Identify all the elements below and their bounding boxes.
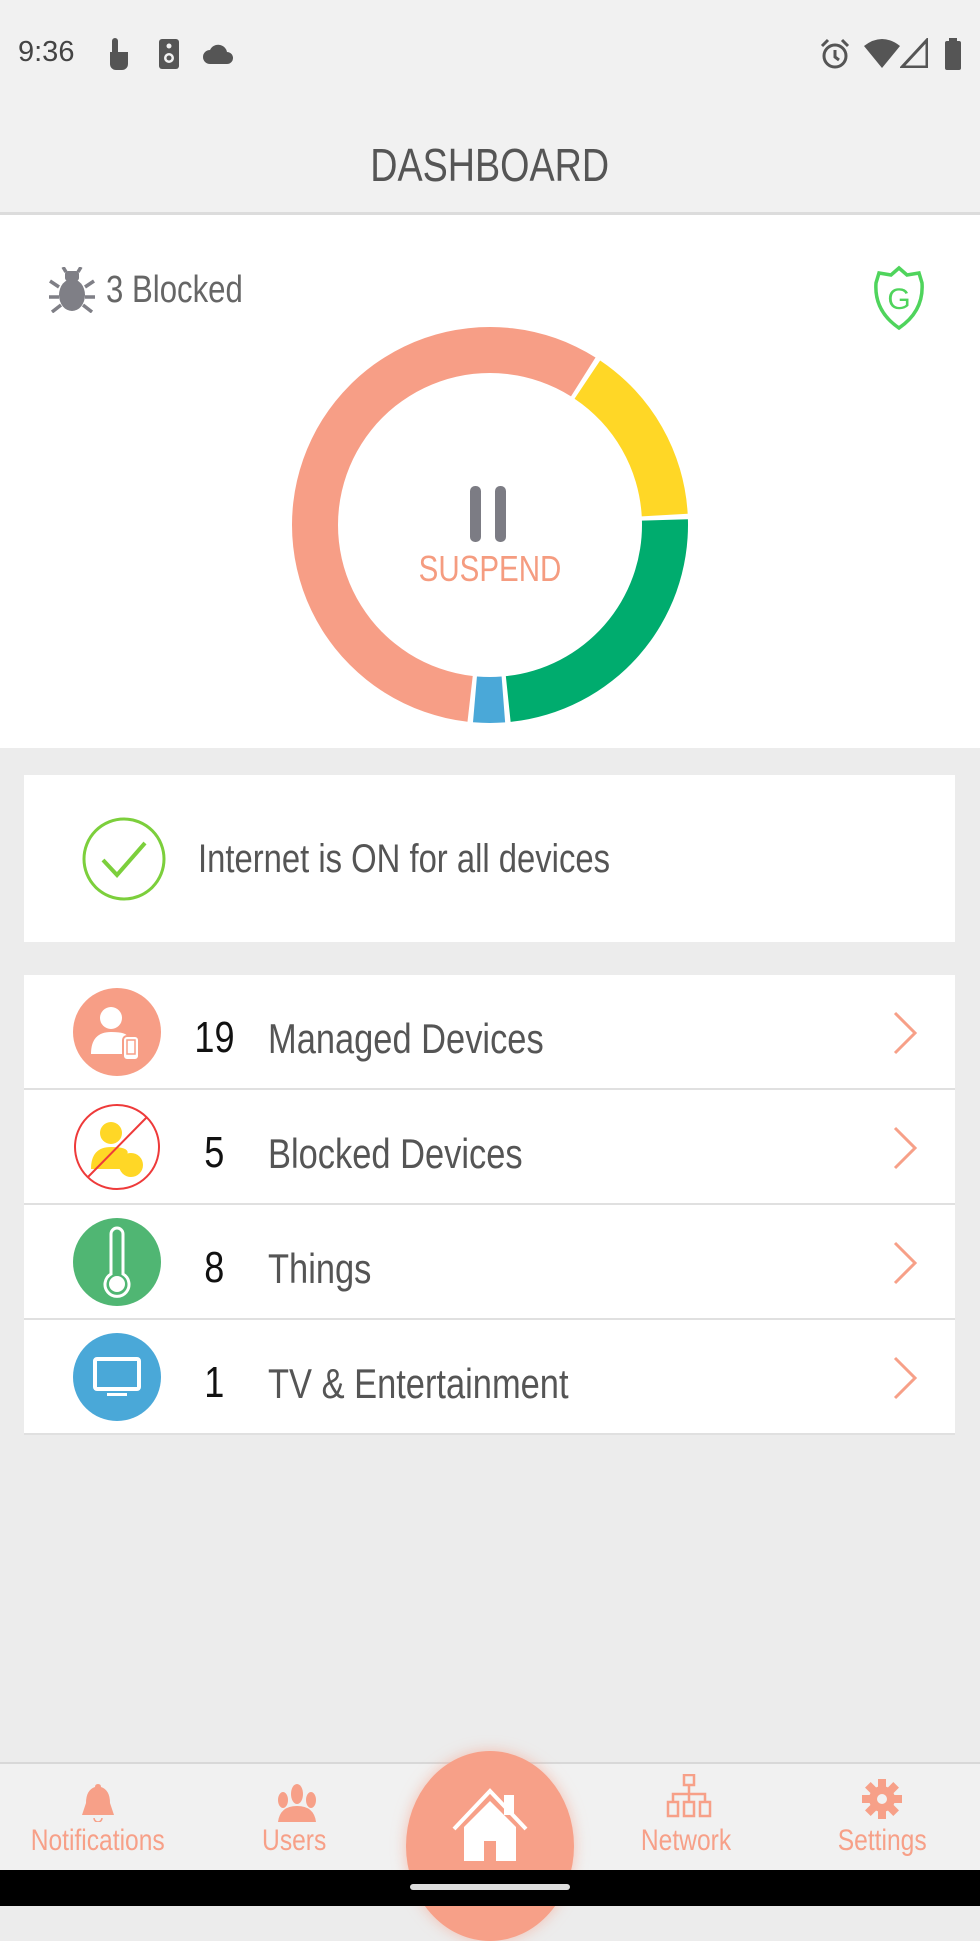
home-icon — [452, 1788, 528, 1861]
device-label: Managed Devices — [268, 1015, 544, 1062]
internet-status-text: Internet is ON for all devices — [198, 837, 610, 881]
alarm-icon — [820, 38, 850, 69]
app-header: DASHBOARD — [0, 100, 980, 215]
chevron-right-icon — [893, 1011, 918, 1055]
list-item-things[interactable]: 8 Things — [24, 1205, 955, 1320]
device-count: 1 — [203, 1358, 225, 1407]
internet-status-card: Internet is ON for all devices — [24, 775, 955, 942]
nav-home[interactable] — [406, 1751, 574, 1941]
summary-panel: 3 Blocked G SUSPEND — [0, 215, 980, 748]
device-count: 5 — [203, 1128, 225, 1177]
blocked-threats[interactable]: 3 Blocked — [48, 267, 273, 313]
touch-icon — [110, 38, 128, 70]
managed-user-icon — [73, 988, 161, 1076]
donut-segment-managed-devices — [291, 326, 596, 722]
nav-users[interactable]: Users — [204, 1764, 384, 1872]
device-count: 8 — [203, 1243, 225, 1292]
users-icon — [278, 1784, 316, 1822]
page-title: DASHBOARD — [370, 139, 610, 191]
pause-button[interactable] — [470, 486, 506, 542]
nav-settings[interactable]: Settings — [792, 1764, 972, 1872]
status-bar: 9:36 — [0, 0, 980, 100]
svg-text:G: G — [887, 283, 910, 316]
chevron-right-icon — [893, 1126, 918, 1170]
system-nav-bar — [0, 1870, 980, 1906]
gear-icon — [862, 1779, 902, 1819]
device-category-list: 19 Managed Devices 5 Blocked Devices 8 T… — [24, 975, 955, 1435]
list-item-blocked-devices[interactable]: 5 Blocked Devices — [24, 1090, 955, 1205]
check-circle-icon — [82, 817, 166, 901]
status-time: 9:36 — [18, 36, 75, 68]
speaker-icon — [159, 39, 179, 69]
signal-icon — [900, 38, 928, 68]
donut-segment-tv-entertainment — [472, 676, 506, 723]
home-gesture-handle[interactable] — [410, 1884, 570, 1890]
bug-icon — [49, 267, 95, 313]
battery-icon — [945, 38, 961, 70]
cloud-icon — [203, 44, 233, 64]
pause-bar — [470, 486, 481, 542]
list-item-managed-devices[interactable]: 19 Managed Devices — [24, 975, 955, 1090]
nav-network[interactable]: Network — [596, 1764, 776, 1872]
tv-icon — [73, 1333, 161, 1421]
network-icon — [666, 1774, 712, 1818]
device-label: Things — [268, 1245, 372, 1292]
blocked-user-icon — [74, 1104, 160, 1190]
chevron-right-icon — [893, 1241, 918, 1285]
blocked-count-label: 3 Blocked — [106, 268, 243, 311]
shield-icon[interactable]: G — [868, 265, 930, 331]
suspend-label[interactable]: SUSPEND — [0, 548, 980, 590]
chevron-right-icon — [893, 1356, 918, 1400]
device-label: TV & Entertainment — [268, 1360, 569, 1407]
thermometer-icon — [73, 1218, 161, 1306]
list-item-tv-entertainment[interactable]: 1 TV & Entertainment — [24, 1320, 955, 1435]
device-label: Blocked Devices — [268, 1130, 523, 1177]
donut-segment-blocked-devices — [574, 360, 688, 517]
nav-notifications[interactable]: Notifications — [8, 1764, 188, 1872]
device-count: 19 — [193, 1013, 235, 1062]
bell-icon — [82, 1784, 114, 1822]
pause-bar — [495, 486, 506, 542]
wifi-icon — [864, 39, 900, 68]
